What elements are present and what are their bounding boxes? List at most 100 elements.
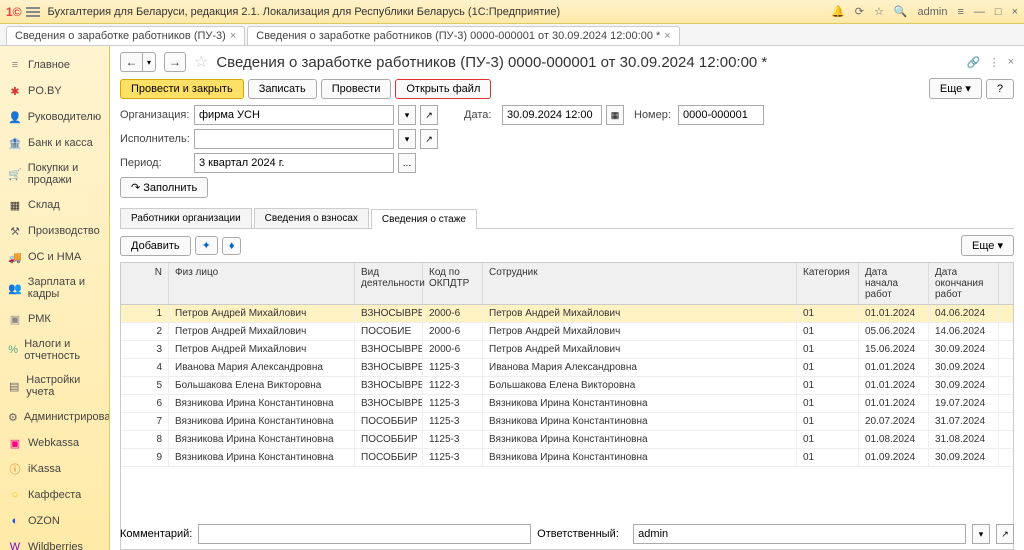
sidebar-item[interactable]: 👥Зарплата и кадры <box>0 270 109 306</box>
table-row[interactable]: 8Вязникова Ирина КонстантиновнаПОСОББИР1… <box>121 431 1013 449</box>
sidebar-item[interactable]: ✱ PO.BY <box>0 78 109 104</box>
main: ← ▾ → ☆ Сведения о заработке работников … <box>110 46 1024 550</box>
minimize-icon[interactable]: — <box>974 6 985 18</box>
open-file-button[interactable]: Открыть файл <box>395 79 491 99</box>
sidebar-item[interactable]: 👤Руководителю <box>0 104 109 130</box>
user-label[interactable]: admin <box>918 6 948 18</box>
maximize-icon[interactable]: □ <box>995 6 1002 18</box>
history-icon[interactable]: ⟳ <box>855 5 864 18</box>
table-row[interactable]: 7Вязникова Ирина КонстантиновнаПОСОББИР1… <box>121 413 1013 431</box>
nav-fwd[interactable]: → <box>164 52 186 72</box>
org-dd[interactable]: ▾ <box>398 105 416 125</box>
search-icon[interactable]: 🔍 <box>894 5 908 18</box>
burger-icon[interactable] <box>26 7 40 17</box>
more-button[interactable]: Еще ▾ <box>929 78 982 99</box>
sidebar-item[interactable]: ⚒Производство <box>0 218 109 244</box>
sidebar-item-label: Каффеста <box>28 489 81 501</box>
move-up-button[interactable]: ✦ <box>195 236 218 255</box>
sidebar-item[interactable]: ○Каффеста <box>0 482 109 508</box>
inner-tab[interactable]: Сведения о взносах <box>254 208 369 228</box>
col-kat[interactable]: Категория <box>797 263 859 304</box>
col-d1[interactable]: Дата начала работ <box>859 263 929 304</box>
table-row[interactable]: 4Иванова Мария АлександровнаВЗНОСЫВРЕМ11… <box>121 359 1013 377</box>
write-button[interactable]: Записать <box>248 79 317 99</box>
org-input[interactable]: фирма УСН <box>194 105 394 125</box>
close-icon[interactable]: × <box>1012 6 1018 18</box>
col-vid[interactable]: Вид деятельности <box>355 263 423 304</box>
sidebar-icon: ⓘ <box>8 462 22 476</box>
sidebar-item-label: PO.BY <box>28 85 62 97</box>
sidebar-item[interactable]: %Налоги и отчетность <box>0 332 109 368</box>
link-icon[interactable]: 🔗 <box>967 56 981 69</box>
date-input[interactable]: 30.09.2024 12:00 <box>502 105 602 125</box>
nav-back-dd[interactable]: ▾ <box>142 52 156 72</box>
sidebar-item[interactable]: ▦Склад <box>0 192 109 218</box>
sidebar-icon: 🚚 <box>8 250 22 264</box>
sidebar-item-label: Webkassa <box>28 437 79 449</box>
close-icon[interactable]: × <box>1008 56 1014 69</box>
num-input[interactable]: 0000-000001 <box>678 105 764 125</box>
sidebar-item[interactable]: ▣РМК <box>0 306 109 332</box>
period-dd[interactable]: … <box>398 153 416 173</box>
table-row[interactable]: 5Большакова Елена ВикторовнаВЗНОСЫВРЕМ11… <box>121 377 1013 395</box>
comment-input[interactable] <box>198 524 531 544</box>
resp-open[interactable]: ↗ <box>996 524 1014 544</box>
table-row[interactable]: 9Вязникова Ирина КонстантиновнаПОСОББИР1… <box>121 449 1013 467</box>
col-sotr[interactable]: Сотрудник <box>483 263 797 304</box>
table-row[interactable]: 6Вязникова Ирина КонстантиновнаВЗНОСЫВРЕ… <box>121 395 1013 413</box>
tab-pu3-list[interactable]: Сведения о заработке работников (ПУ-3)× <box>6 26 245 45</box>
inner-tab[interactable]: Сведения о стаже <box>371 209 477 229</box>
grid: N Физ лицо Вид деятельности Код по ОКПДТ… <box>120 262 1014 550</box>
more-icon[interactable]: ⋮ <box>989 56 1000 69</box>
move-down-button[interactable]: ♦ <box>222 237 242 255</box>
sidebar-icon: ▣ <box>8 312 22 326</box>
bell-icon[interactable]: 🔔 <box>831 5 845 18</box>
executor-open[interactable]: ↗ <box>420 129 438 149</box>
sidebar-item[interactable]: ▣ Webkassa <box>0 430 109 456</box>
table-row[interactable]: 3Петров Андрей МихайловичВЗНОСЫВРЕМ2000-… <box>121 341 1013 359</box>
date-picker[interactable]: ▦ <box>606 105 624 125</box>
col-n[interactable]: N <box>121 263 169 304</box>
sidebar-item[interactable]: ▤Настройки учета <box>0 368 109 404</box>
fill-button[interactable]: ↷ Заполнить <box>120 177 208 198</box>
org-open[interactable]: ↗ <box>420 105 438 125</box>
sidebar-item[interactable]: 🚚ОС и НМА <box>0 244 109 270</box>
sidebar-item[interactable]: 🛒Покупки и продажи <box>0 156 109 192</box>
nav-back[interactable]: ← <box>120 52 142 72</box>
period-input[interactable]: 3 квартал 2024 г. <box>194 153 394 173</box>
col-fio[interactable]: Физ лицо <box>169 263 355 304</box>
favorite-icon[interactable]: ☆ <box>194 52 208 72</box>
sidebar-item[interactable]: 🏦Банк и касса <box>0 130 109 156</box>
star-icon[interactable]: ☆ <box>874 5 884 18</box>
sidebar-item-label: Покупки и продажи <box>28 162 101 186</box>
sidebar-item-label: Зарплата и кадры <box>28 276 101 300</box>
post-button[interactable]: Провести <box>321 79 392 99</box>
col-d2[interactable]: Дата окончания работ <box>929 263 999 304</box>
sidebar-icon: ▣ <box>8 436 22 450</box>
col-okp[interactable]: Код по ОКПДТР <box>423 263 483 304</box>
add-button[interactable]: Добавить <box>120 236 191 256</box>
post-close-button[interactable]: Провести и закрыть <box>120 79 244 99</box>
table-row[interactable]: 2Петров Андрей МихайловичПОСОБИЕ2000-6Пе… <box>121 323 1013 341</box>
sidebar-icon: ⚙ <box>8 410 18 424</box>
table-row[interactable]: 1Петров Андрей МихайловичВЗНОСЫВРЕМ2000-… <box>121 305 1013 323</box>
inner-tabs: Работники организацииСведения о взносахС… <box>120 208 1014 229</box>
executor-input[interactable] <box>194 129 394 149</box>
sidebar-item[interactable]: ⓘiKassa <box>0 456 109 482</box>
help-button[interactable]: ? <box>986 79 1014 99</box>
resp-label: Ответственный: <box>537 528 627 540</box>
resp-input[interactable]: admin <box>633 524 966 544</box>
menu-icon[interactable]: ≡ <box>957 6 963 18</box>
close-icon[interactable]: × <box>230 30 236 42</box>
inner-tab[interactable]: Работники организации <box>120 208 252 228</box>
executor-dd[interactable]: ▾ <box>398 129 416 149</box>
sidebar-item[interactable]: ◐OZON <box>0 508 109 534</box>
grid-more-button[interactable]: Еще ▾ <box>961 235 1014 256</box>
sidebar-item[interactable]: ≡Главное <box>0 52 109 78</box>
sidebar-icon: ✱ <box>8 84 22 98</box>
sidebar-item[interactable]: WWildberries <box>0 534 109 550</box>
close-icon[interactable]: × <box>664 30 670 42</box>
tab-pu3-doc[interactable]: Сведения о заработке работников (ПУ-3) 0… <box>247 26 679 45</box>
resp-dd[interactable]: ▾ <box>972 524 990 544</box>
sidebar-item[interactable]: ⚙Администрирование <box>0 404 109 430</box>
